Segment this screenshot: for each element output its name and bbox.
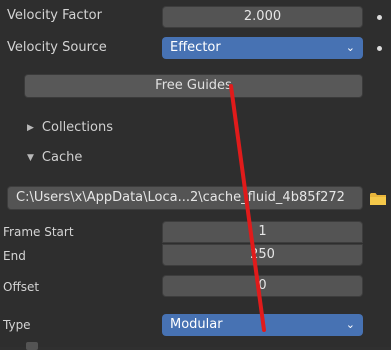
fluid-settings-panel: Velocity Factor 2.000 Velocity Source Ef… [0, 0, 391, 350]
cache-type-dropdown[interactable]: Modular ⌄ [162, 314, 363, 336]
free-guides-button[interactable]: Free Guides [24, 74, 363, 98]
frame-offset-label: Offset [3, 280, 40, 294]
velocity-factor-field[interactable]: 2.000 [162, 6, 363, 28]
subpanel-cache[interactable]: ▼ Cache [27, 150, 82, 165]
cache-type-value: Modular [170, 317, 223, 332]
velocity-source-label: Velocity Source [7, 40, 107, 55]
chevron-down-icon: ⌄ [345, 41, 355, 54]
velocity-source-value: Effector [170, 40, 221, 55]
chevron-down-icon: ⌄ [345, 318, 355, 331]
subpanel-cache-label: Cache [41, 150, 83, 165]
frame-end-label: End [3, 249, 26, 263]
triangle-down-icon: ▼ [27, 153, 34, 163]
keyframe-dot-icon[interactable] [377, 15, 382, 20]
frame-start-field[interactable]: 1 [162, 221, 363, 243]
cache-type-label: Type [3, 318, 31, 332]
subpanel-collections-label: Collections [41, 120, 113, 135]
folder-icon[interactable] [370, 192, 386, 205]
triangle-right-icon: ▶ [27, 123, 34, 133]
subpanel-collections[interactable]: ▶ Collections [27, 120, 113, 135]
frame-offset-field[interactable]: 0 [162, 275, 363, 297]
cache-directory-field[interactable]: C:\Users\x\AppData\Loca...2\cache_fluid_… [7, 186, 363, 210]
frame-end-field[interactable]: 250 [162, 244, 363, 266]
keyframe-dot-icon[interactable] [377, 46, 382, 51]
frame-start-label: Frame Start [3, 225, 74, 239]
checkbox[interactable] [26, 342, 38, 350]
velocity-source-dropdown[interactable]: Effector ⌄ [162, 37, 363, 59]
velocity-factor-label: Velocity Factor [7, 8, 102, 23]
